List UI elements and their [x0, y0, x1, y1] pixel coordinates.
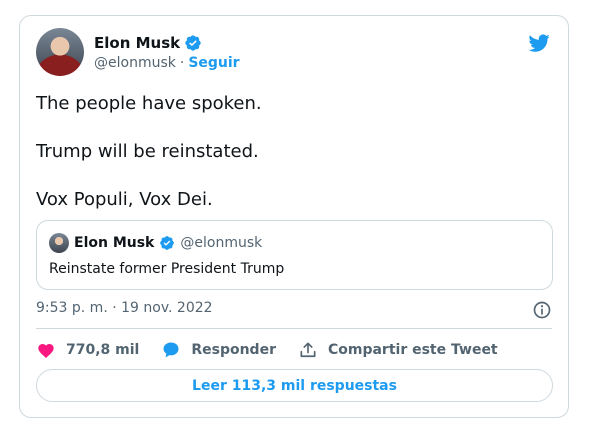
- action-bar: 770,8 mil Responder Compartir este Tweet: [36, 338, 552, 362]
- divider: [36, 328, 552, 329]
- author-handle[interactable]: @elonmusk: [94, 55, 176, 71]
- twitter-bird-icon[interactable]: [526, 32, 552, 54]
- follow-link[interactable]: Seguir: [188, 55, 239, 71]
- tweet-timestamp-row: 9:53 p. m. · 19 nov. 2022: [36, 300, 552, 320]
- share-label: Compartir este Tweet: [327, 342, 498, 358]
- quoted-avatar: [49, 233, 69, 253]
- reply-bubble-icon: [163, 342, 179, 358]
- reply-button[interactable]: Responder: [161, 340, 276, 360]
- quoted-text: Reinstate former President Trump: [49, 261, 285, 277]
- tweet-line: Vox Populi, Vox Dei.: [36, 189, 213, 210]
- author-name-row: Elon Musk: [94, 34, 202, 52]
- quoted-author-handle: @elonmusk: [180, 235, 263, 251]
- share-button[interactable]: Compartir este Tweet: [298, 340, 498, 360]
- quoted-author-name: Elon Musk: [74, 235, 155, 251]
- verified-badge-icon: [185, 35, 201, 51]
- tweet-card: Elon Musk @elonmusk · Seguir The people …: [19, 15, 569, 418]
- heart-icon: [38, 344, 54, 358]
- tweet-line: Trump will be reinstated.: [36, 141, 259, 162]
- author-handle-row: @elonmusk · Seguir: [94, 55, 240, 71]
- info-icon[interactable]: [532, 300, 552, 320]
- read-replies-button[interactable]: Leer 113,3 mil respuestas: [36, 369, 553, 402]
- like-count: 770,8 mil: [66, 342, 140, 358]
- quoted-header: Elon Musk @elonmusk: [49, 233, 262, 253]
- tweet-timestamp[interactable]: 9:53 p. m. · 19 nov. 2022: [36, 300, 213, 316]
- like-button[interactable]: 770,8 mil: [36, 340, 139, 360]
- separator-dot: ·: [179, 55, 185, 71]
- tweet-line: The people have spoken.: [36, 93, 262, 114]
- verified-badge-icon: [160, 236, 175, 250]
- quoted-tweet[interactable]: Elon Musk @elonmusk Reinstate former Pre…: [36, 220, 553, 290]
- share-icon: [300, 342, 316, 358]
- author-avatar[interactable]: [36, 28, 84, 76]
- tweet-text: The people have spoken. Trump will be re…: [36, 92, 552, 236]
- author-name[interactable]: Elon Musk: [94, 34, 180, 52]
- tweet-header: Elon Musk @elonmusk · Seguir: [36, 28, 552, 78]
- reply-label: Responder: [191, 342, 276, 358]
